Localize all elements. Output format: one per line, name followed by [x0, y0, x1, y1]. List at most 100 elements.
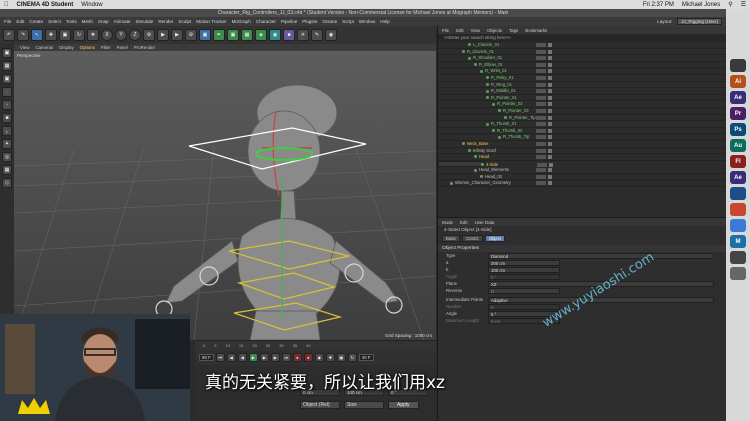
tag-icon[interactable] [548, 75, 552, 80]
size-mode-dropdown[interactable]: Size [344, 401, 384, 409]
app-icon-2[interactable] [730, 251, 746, 264]
tree-row[interactable]: Head [438, 154, 726, 161]
tag-icon[interactable] [548, 168, 552, 173]
menu-item-render[interactable]: Render [158, 19, 173, 24]
y-axis-button[interactable]: Y [115, 29, 127, 41]
visibility-toggle-icon[interactable] [536, 102, 546, 107]
render-picture-viewer-icon[interactable]: ▶ [171, 29, 183, 41]
tag-icon[interactable] [548, 122, 552, 127]
select-tool-icon[interactable]: ↖ [31, 29, 43, 41]
tweak-icon[interactable]: ✦ [2, 139, 12, 149]
photoshop-icon[interactable]: Ps [730, 123, 746, 136]
property-value-field[interactable]: 8 [488, 303, 560, 310]
tree-row[interactable]: 4-Side [438, 160, 553, 168]
tag-icon[interactable] [548, 135, 552, 140]
menu-item-sculpt[interactable]: Sculpt [178, 19, 191, 24]
property-value-field[interactable]: Diamond [488, 252, 714, 259]
premiere-icon[interactable]: Pr [730, 107, 746, 120]
scale-key-icon[interactable]: ▣ [336, 353, 346, 362]
menu-item-tools[interactable]: Tools [66, 19, 77, 24]
array-icon[interactable]: ▦ [241, 29, 253, 41]
points-mode-icon[interactable]: ⋅ [2, 87, 12, 97]
tree-row[interactable]: R_Elbow_01 [438, 62, 726, 69]
media-icon[interactable]: M [730, 235, 746, 248]
x-axis-button[interactable]: X [101, 29, 113, 41]
tree-row[interactable]: Women_Character_Geometry [438, 180, 726, 188]
menu-item-help[interactable]: Help [380, 19, 389, 24]
rotation-key-icon[interactable]: ↻ [347, 353, 357, 362]
visibility-toggle-icon[interactable] [536, 56, 546, 61]
menu-item-mograph[interactable]: MoGraph [232, 19, 251, 24]
light-icon[interactable]: ☀ [297, 29, 309, 41]
visibility-toggle-icon[interactable] [536, 168, 546, 173]
tree-row[interactable]: R_Pointer_02 [438, 101, 726, 108]
end-frame-field[interactable]: 40 F [358, 354, 374, 361]
render-view-icon[interactable]: ▶ [157, 29, 169, 41]
tag-icon[interactable] [548, 49, 552, 54]
tree-row[interactable]: R_Pinky_01 [438, 75, 726, 82]
tag-icon[interactable] [549, 162, 553, 167]
tag-icon[interactable] [548, 43, 552, 47]
coord-mode-dropdown[interactable]: Object (Rel) [300, 401, 340, 409]
visibility-toggle-icon[interactable] [536, 49, 546, 54]
viewport[interactable]: Perspective Grid Spacing : 1000 cm [14, 51, 436, 340]
keyframe-selection-icon[interactable]: ◆ [314, 353, 324, 362]
tree-row[interactable]: R_Thumb_Tip [438, 134, 726, 141]
tree-row[interactable]: R_Clavicle_01 [438, 49, 726, 56]
menu-item-plugins[interactable]: Plugins [302, 19, 317, 24]
menu-item-script[interactable]: Script [342, 19, 354, 24]
object-menu-objects[interactable]: Objects [487, 28, 502, 33]
visibility-toggle-icon[interactable] [537, 162, 547, 167]
attribute-menu-user-data[interactable]: User Data [475, 220, 495, 225]
apply-button[interactable]: Apply [388, 401, 419, 409]
viewport-menu-cameras[interactable]: Cameras [35, 45, 53, 50]
menu-list-icon[interactable]: ☰ [741, 1, 746, 8]
menu-item-snap[interactable]: Snap [98, 19, 109, 24]
workplane-icon[interactable]: ▦ [2, 165, 12, 175]
visibility-toggle-icon[interactable] [536, 122, 546, 127]
object-menu-tags[interactable]: Tags [509, 28, 518, 33]
tab-coord[interactable]: Coord. [462, 234, 483, 242]
audition-icon[interactable]: Au [730, 139, 746, 152]
viewport-menu-display[interactable]: Display [59, 45, 73, 50]
tree-row[interactable]: R_Pointer_03 [438, 108, 726, 115]
chrome-icon[interactable] [730, 203, 746, 216]
spline-pen-icon[interactable]: ✒ [213, 29, 225, 41]
tree-row[interactable]: Neck_Base [438, 141, 726, 148]
next-key-icon[interactable]: ▶ [270, 353, 280, 362]
after-effects-icon[interactable]: Ae [730, 91, 746, 104]
cinema4d-icon[interactable] [730, 187, 746, 200]
object-menu-file[interactable]: File [442, 28, 449, 33]
viewport-menu-panel[interactable]: Panel [117, 45, 128, 50]
attribute-menu-edit[interactable]: Edit [460, 220, 468, 225]
finder-icon[interactable] [730, 219, 746, 232]
visibility-toggle-icon[interactable] [536, 75, 546, 80]
visibility-toggle-icon[interactable] [536, 174, 546, 179]
prev-key-icon[interactable]: ◀ [226, 353, 236, 362]
property-value-field[interactable]: □ [488, 287, 560, 294]
object-menu-edit[interactable]: Edit [456, 28, 464, 33]
goto-end-icon[interactable]: ⏭ [281, 353, 291, 362]
tag-icon[interactable] [548, 174, 552, 179]
move-tool-icon[interactable]: ✚ [45, 29, 57, 41]
prev-frame-icon[interactable]: ◀ [237, 353, 247, 362]
position-key-icon[interactable]: ✚ [325, 353, 335, 362]
viewport-menu-options[interactable]: Options [80, 45, 95, 50]
menu-item-create[interactable]: Create [29, 19, 43, 24]
polygons-mode-icon[interactable]: ■ [2, 113, 12, 123]
object-menu-view[interactable]: View [471, 28, 480, 33]
camera-icon[interactable]: ■ [283, 29, 295, 41]
tree-row[interactable]: L_Clavicle_01 [438, 42, 726, 49]
cube-icon[interactable]: ▣ [199, 29, 211, 41]
menu-item-octane[interactable]: Octane [322, 19, 337, 24]
tag-icon[interactable] [548, 128, 552, 133]
autokey-icon[interactable]: ● [303, 353, 313, 362]
goto-start-icon[interactable]: ⏮ [215, 353, 225, 362]
tag-icon[interactable] [548, 62, 552, 67]
next-frame-icon[interactable]: ▶ [259, 353, 269, 362]
edges-mode-icon[interactable]: ▫ [2, 100, 12, 110]
menu-item-window[interactable]: Window [359, 19, 375, 24]
rotate-tool-icon[interactable]: ↻ [73, 29, 85, 41]
tree-row[interactable]: R_Shoulder_01 [438, 55, 726, 62]
menu-item-character[interactable]: Character [256, 19, 276, 24]
